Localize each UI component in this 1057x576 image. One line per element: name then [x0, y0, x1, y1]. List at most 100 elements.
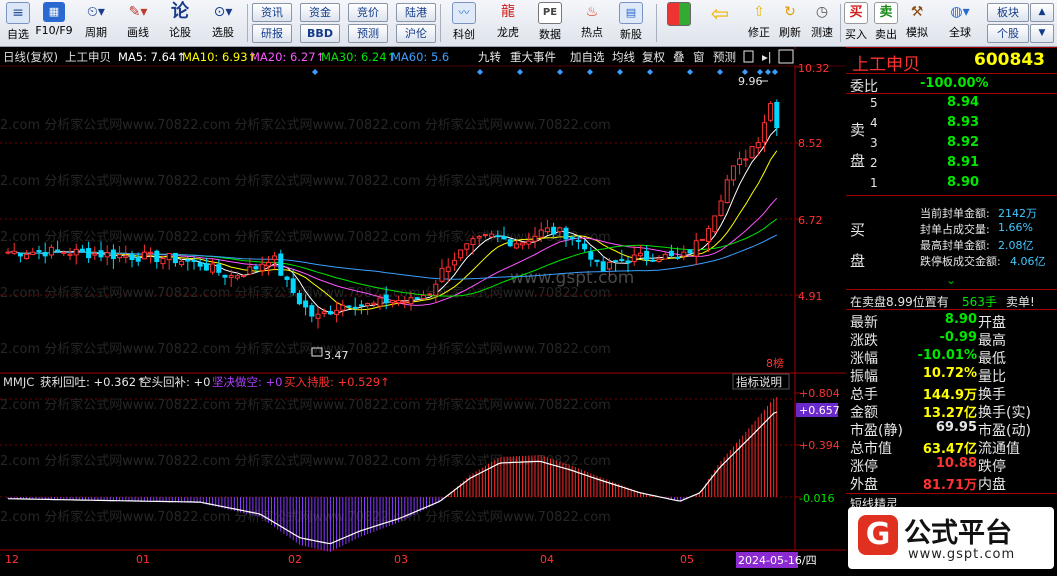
candle-body	[352, 306, 358, 309]
toolbar-button-watchlist[interactable]: ≡ 自选	[2, 2, 34, 44]
candle-body	[321, 311, 327, 314]
stat-label-right: 换手(实)	[978, 405, 1031, 421]
event-marker	[687, 69, 693, 75]
button-research[interactable]: 研报	[252, 24, 292, 43]
toolbar-button-hot[interactable]: ♨ 热点	[573, 2, 611, 44]
candle-body	[588, 251, 594, 260]
toolbar-button-dragon-tiger[interactable]: 龍 龙虎	[489, 2, 527, 44]
chart-header: 日线(复权) 上工申贝 MA5: 7.64↑ MA10: 6.93↑ MA20:…	[3, 50, 449, 64]
button-forecast[interactable]: 预测	[348, 24, 388, 43]
scroll-up-button[interactable]: ▲	[1030, 3, 1054, 22]
button-sector[interactable]: 板块	[987, 3, 1029, 22]
toolbar-button-back[interactable]: ⇦	[702, 2, 738, 44]
button-stock[interactable]: 个股	[987, 24, 1029, 43]
panel-divider	[846, 195, 1057, 196]
seal-key: 跌停板成交金额:	[920, 255, 1001, 268]
stat-value: 144.9万	[922, 388, 977, 403]
toolbar-button-fix[interactable]: ⇧ 修正	[742, 2, 776, 44]
button-news[interactable]: 资讯	[252, 3, 292, 22]
candle-body	[761, 122, 767, 143]
candle-body	[433, 283, 439, 296]
chart-tabs[interactable]: 九转 重大事件 加自选 均线 复权 叠 窗 预测 ▸|	[474, 49, 796, 65]
toolbar-button-sell[interactable]: 卖 卖出	[872, 2, 900, 44]
buy-icon: 买	[844, 2, 868, 24]
candle-body	[613, 260, 619, 263]
high-price-label: 9.96	[738, 75, 763, 88]
candle-body	[699, 238, 705, 241]
indicator-name: MMJC	[3, 375, 34, 389]
candle-body	[749, 146, 755, 159]
toolbar-button-new-stock[interactable]: ▤ 新股	[612, 2, 650, 44]
collapse-arrow-icon[interactable]: ⌄	[946, 273, 956, 287]
toolbar-button-data[interactable]: PE 数据	[531, 2, 569, 44]
forum-icon: 论	[171, 1, 189, 22]
candle-body	[166, 252, 172, 261]
toolbar-button-speed-test[interactable]: ◷ 测速	[806, 2, 838, 44]
toolbar-button-buy[interactable]: 买 买入	[842, 2, 870, 44]
button-bbd[interactable]: BBD	[300, 24, 340, 43]
toolbar-button-draw[interactable]: ✎▾ 画线	[118, 2, 158, 44]
tab-adjust: 复权	[642, 50, 665, 64]
candle-body	[730, 165, 736, 181]
panel-divider	[846, 493, 1057, 494]
toolbar-button-period[interactable]: ⏲▾ 周期	[76, 2, 116, 44]
button-hk-connect[interactable]: 陆港	[396, 3, 436, 22]
stat-label: 涨停	[850, 459, 878, 475]
candle-body	[513, 243, 519, 249]
sell-level-num: 1	[870, 176, 878, 190]
candle-body	[470, 238, 476, 246]
panel-stock-name: 上工申贝	[852, 55, 920, 75]
event-markers[interactable]	[312, 69, 778, 75]
seal-value: 4.06亿	[1010, 255, 1046, 268]
candle-body	[247, 266, 253, 275]
candle-body	[129, 254, 135, 261]
button-funds[interactable]: 资金	[300, 3, 340, 22]
candle-body	[662, 253, 668, 260]
candle-body	[48, 246, 54, 256]
chart-stock-name: 上工申贝	[65, 50, 111, 64]
candle-body	[755, 142, 761, 149]
kline-chart-area[interactable]: 2.com 分析家公式网www.70822.com 分析家公式网www.7082…	[0, 47, 846, 572]
toolbar-button-refresh[interactable]: ↻ 刷新	[774, 2, 806, 44]
watermark-text: 2.com 分析家公式网www.70822.com 分析家公式网www.7082…	[0, 173, 611, 189]
toolbar-button-star-market[interactable]: 〰 科创	[445, 2, 483, 44]
candle-body	[675, 256, 681, 259]
candle-body	[476, 235, 482, 239]
button-auction[interactable]: 竞价	[348, 3, 388, 22]
toolbar-button-global[interactable]: ◍▾ 全球	[938, 2, 982, 44]
toolbar-button-forum[interactable]: 论 论股	[162, 2, 198, 44]
candle-body	[278, 253, 284, 276]
kline-chart-svg[interactable]: 2.com 分析家公式网www.70822.com 分析家公式网www.7082…	[0, 47, 846, 572]
candle-body	[501, 235, 507, 240]
x-tick-label: 03	[394, 553, 408, 566]
toolbar-button-color-grid[interactable]	[664, 2, 694, 44]
seal-key: 最高封单金额:	[920, 239, 990, 252]
weibi-value: -100.00%	[920, 76, 989, 91]
candle-body	[644, 250, 650, 260]
ma30-value: MA30: 6.24↑	[321, 50, 396, 64]
gspt-logo-text: 公式平台	[904, 518, 1012, 549]
indicator-help-button[interactable]: 指标说明	[736, 375, 782, 389]
sell-level-price: 8.92	[947, 135, 980, 150]
candle-body	[86, 248, 92, 259]
button-shanghai-london[interactable]: 沪伦	[396, 24, 436, 43]
toolbar-button-simulate[interactable]: ⚒ 模拟	[902, 2, 932, 44]
toolbar-button-f10[interactable]: ▦ F10/F9	[34, 2, 74, 44]
candle-body	[172, 252, 178, 264]
tab-add-watch: 加自选	[570, 50, 605, 64]
ma10-value: MA10: 6.93↑	[182, 50, 257, 64]
candle-body	[625, 260, 631, 264]
candle-body	[55, 249, 61, 252]
candle-body	[743, 158, 749, 161]
seal-value: 2142万	[998, 207, 1037, 220]
indicator-header: MMJC 获利回吐: +0.362↑ 空头回补: +0 坚决做空: +0 买入持…	[3, 373, 790, 390]
scroll-down-button[interactable]: ▼	[1030, 24, 1054, 43]
toolbar-separator	[440, 4, 441, 42]
candle-body	[420, 294, 426, 300]
candle-body	[631, 254, 637, 262]
left-arrow-icon: ⇦	[710, 2, 730, 27]
toolbar-button-select-stock[interactable]: ⊙▾ 选股	[202, 2, 244, 44]
y-axis-labels: 10.32 8.52 6.72 4.91	[798, 62, 830, 303]
panel-divider	[846, 309, 1057, 310]
candle-body	[296, 292, 302, 305]
